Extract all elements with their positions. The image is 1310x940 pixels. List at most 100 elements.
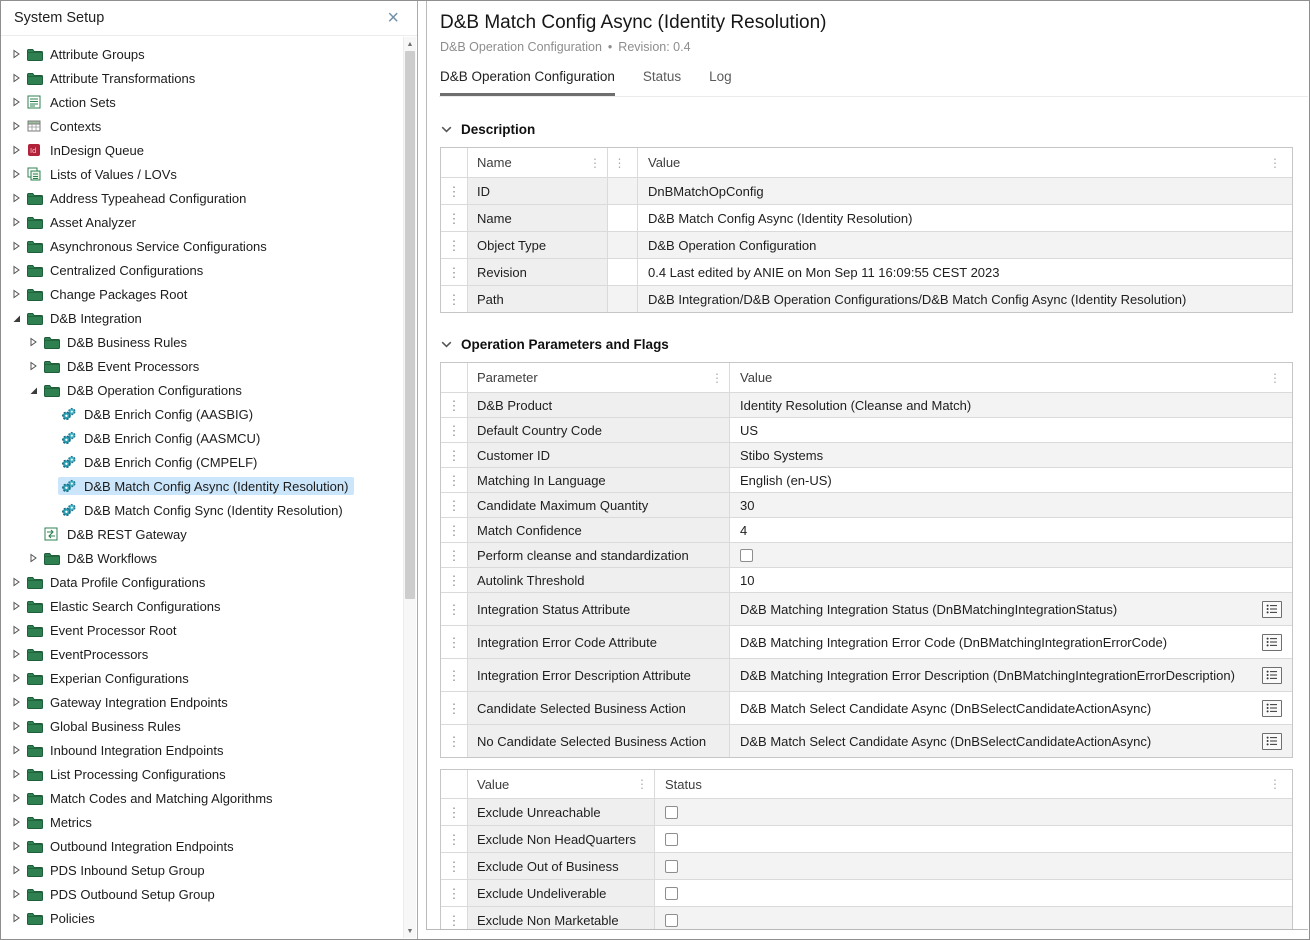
tree-item-pds-inbound-setup-group[interactable]: PDS Inbound Setup Group: [1, 858, 402, 882]
column-menu-icon[interactable]: ⋮: [1269, 778, 1281, 790]
expand-arrow-icon[interactable]: [26, 337, 41, 347]
parameter-value-cell[interactable]: D&B Match Select Candidate Async (DnBSel…: [730, 725, 1292, 757]
row-menu-icon[interactable]: ⋮: [448, 499, 461, 512]
expand-arrow-icon[interactable]: [9, 697, 24, 707]
collapse-arrow-icon[interactable]: [9, 314, 24, 323]
tab-log[interactable]: Log: [709, 69, 732, 96]
row-menu-icon[interactable]: ⋮: [448, 702, 461, 715]
expand-arrow-icon[interactable]: [9, 49, 24, 59]
expand-arrow-icon[interactable]: [9, 169, 24, 179]
expand-arrow-icon[interactable]: [9, 889, 24, 899]
tree-item-event-processor-root[interactable]: Event Processor Root: [1, 618, 402, 642]
tree-item-d-b-match-config-async-identity-resolution[interactable]: D&B Match Config Async (Identity Resolut…: [1, 474, 402, 498]
tree-item-data-profile-configurations[interactable]: Data Profile Configurations: [1, 570, 402, 594]
tree-scrollbar[interactable]: ▲ ▼: [403, 37, 416, 938]
row-menu-icon[interactable]: ⋮: [448, 636, 461, 649]
tree-item-d-b-match-config-sync-identity-resolution[interactable]: D&B Match Config Sync (Identity Resoluti…: [1, 498, 402, 522]
expand-arrow-icon[interactable]: [9, 649, 24, 659]
parameter-value-cell[interactable]: 4: [730, 518, 1292, 542]
expand-arrow-icon[interactable]: [9, 73, 24, 83]
expand-arrow-icon[interactable]: [9, 817, 24, 827]
tree-item-eventprocessors[interactable]: EventProcessors: [1, 642, 402, 666]
expand-arrow-icon[interactable]: [9, 769, 24, 779]
attribute-picker-button[interactable]: [1262, 601, 1282, 618]
expand-arrow-icon[interactable]: [9, 865, 24, 875]
tree-item-global-business-rules[interactable]: Global Business Rules: [1, 714, 402, 738]
tree-item-d-b-operation-configurations[interactable]: D&B Operation Configurations: [1, 378, 402, 402]
expand-arrow-icon[interactable]: [9, 577, 24, 587]
expand-arrow-icon[interactable]: [9, 193, 24, 203]
expand-arrow-icon[interactable]: [9, 841, 24, 851]
tree-item-match-codes-and-matching-algorithms[interactable]: Match Codes and Matching Algorithms: [1, 786, 402, 810]
column-menu-icon[interactable]: ⋮: [589, 157, 601, 169]
expand-arrow-icon[interactable]: [9, 289, 24, 299]
tree-item-d-b-integration[interactable]: D&B Integration: [1, 306, 402, 330]
row-menu-icon[interactable]: ⋮: [448, 735, 461, 748]
row-menu-icon[interactable]: ⋮: [448, 860, 461, 873]
tree-item-d-b-enrich-config-cmpelf[interactable]: D&B Enrich Config (CMPELF): [1, 450, 402, 474]
tree-item-d-b-workflows[interactable]: D&B Workflows: [1, 546, 402, 570]
expand-arrow-icon[interactable]: [9, 145, 24, 155]
row-menu-icon[interactable]: ⋮: [448, 424, 461, 437]
tree-item-change-packages-root[interactable]: Change Packages Root: [1, 282, 402, 306]
parameter-value-cell[interactable]: Stibo Systems: [730, 443, 1292, 467]
checkbox-exclude-unreachable[interactable]: [665, 806, 678, 819]
tree-item-asynchronous-service-configurations[interactable]: Asynchronous Service Configurations: [1, 234, 402, 258]
tree-item-indesign-queue[interactable]: IdInDesign Queue: [1, 138, 402, 162]
tree-item-action-sets[interactable]: Action Sets: [1, 90, 402, 114]
checkbox-exclude-out-of-business[interactable]: [665, 860, 678, 873]
parameter-value-cell[interactable]: D&B Match Select Candidate Async (DnBSel…: [730, 692, 1292, 724]
tree-item-outbound-integration-endpoints[interactable]: Outbound Integration Endpoints: [1, 834, 402, 858]
row-menu-icon[interactable]: ⋮: [448, 474, 461, 487]
scroll-down-icon[interactable]: ▼: [404, 924, 416, 938]
attribute-picker-button[interactable]: [1262, 634, 1282, 651]
expand-arrow-icon[interactable]: [9, 241, 24, 251]
tree-item-policies[interactable]: Policies: [1, 906, 402, 930]
tree-item-d-b-enrich-config-aasmcu[interactable]: D&B Enrich Config (AASMCU): [1, 426, 402, 450]
tree-item-attribute-groups[interactable]: Attribute Groups: [1, 42, 402, 66]
parameter-value-cell[interactable]: D&B Matching Integration Status (DnBMatc…: [730, 593, 1292, 625]
tree-item-elastic-search-configurations[interactable]: Elastic Search Configurations: [1, 594, 402, 618]
expand-arrow-icon[interactable]: [9, 913, 24, 923]
expand-arrow-icon[interactable]: [9, 793, 24, 803]
tree-item-contexts[interactable]: Contexts: [1, 114, 402, 138]
row-menu-icon[interactable]: ⋮: [448, 239, 461, 252]
column-menu-icon[interactable]: ⋮: [636, 778, 648, 790]
row-menu-icon[interactable]: ⋮: [448, 399, 461, 412]
tree-item-asset-analyzer[interactable]: Asset Analyzer: [1, 210, 402, 234]
row-menu-icon[interactable]: ⋮: [448, 603, 461, 616]
tab-status[interactable]: Status: [643, 69, 681, 96]
row-menu-icon[interactable]: ⋮: [448, 887, 461, 900]
checkbox-exclude-undeliverable[interactable]: [665, 887, 678, 900]
tree-item-attribute-transformations[interactable]: Attribute Transformations: [1, 66, 402, 90]
parameter-value-cell[interactable]: 10: [730, 568, 1292, 592]
tree-item-d-b-business-rules[interactable]: D&B Business Rules: [1, 330, 402, 354]
tree-item-d-b-rest-gateway[interactable]: D&B REST Gateway: [1, 522, 402, 546]
tree-item-d-b-event-processors[interactable]: D&B Event Processors: [1, 354, 402, 378]
tree-item-lists-of-values-lovs[interactable]: Lists of Values / LOVs: [1, 162, 402, 186]
row-menu-icon[interactable]: ⋮: [448, 266, 461, 279]
row-menu-icon[interactable]: ⋮: [448, 806, 461, 819]
parameter-value-cell[interactable]: US: [730, 418, 1292, 442]
attribute-picker-button[interactable]: [1262, 700, 1282, 717]
expand-arrow-icon[interactable]: [9, 265, 24, 275]
parameter-value-cell[interactable]: D&B Matching Integration Error Code (DnB…: [730, 626, 1292, 658]
row-menu-icon[interactable]: ⋮: [448, 914, 461, 927]
column-menu-icon[interactable]: ⋮: [711, 372, 723, 384]
chevron-down-icon[interactable]: [441, 341, 452, 348]
expand-arrow-icon[interactable]: [9, 673, 24, 683]
expand-arrow-icon[interactable]: [9, 217, 24, 227]
parameter-value-cell[interactable]: [730, 543, 1292, 567]
parameter-value-cell[interactable]: D&B Matching Integration Error Descripti…: [730, 659, 1292, 691]
tree-item-inbound-integration-endpoints[interactable]: Inbound Integration Endpoints: [1, 738, 402, 762]
parameter-value-cell[interactable]: Identity Resolution (Cleanse and Match): [730, 393, 1292, 417]
expand-arrow-icon[interactable]: [9, 625, 24, 635]
expand-arrow-icon[interactable]: [9, 121, 24, 131]
tree-item-list-processing-configurations[interactable]: List Processing Configurations: [1, 762, 402, 786]
row-menu-icon[interactable]: ⋮: [448, 833, 461, 846]
expand-arrow-icon[interactable]: [26, 553, 41, 563]
column-menu-icon[interactable]: ⋮: [1269, 157, 1281, 169]
row-menu-icon[interactable]: ⋮: [448, 549, 461, 562]
tree-item-experian-configurations[interactable]: Experian Configurations: [1, 666, 402, 690]
parameter-value-cell[interactable]: 30: [730, 493, 1292, 517]
